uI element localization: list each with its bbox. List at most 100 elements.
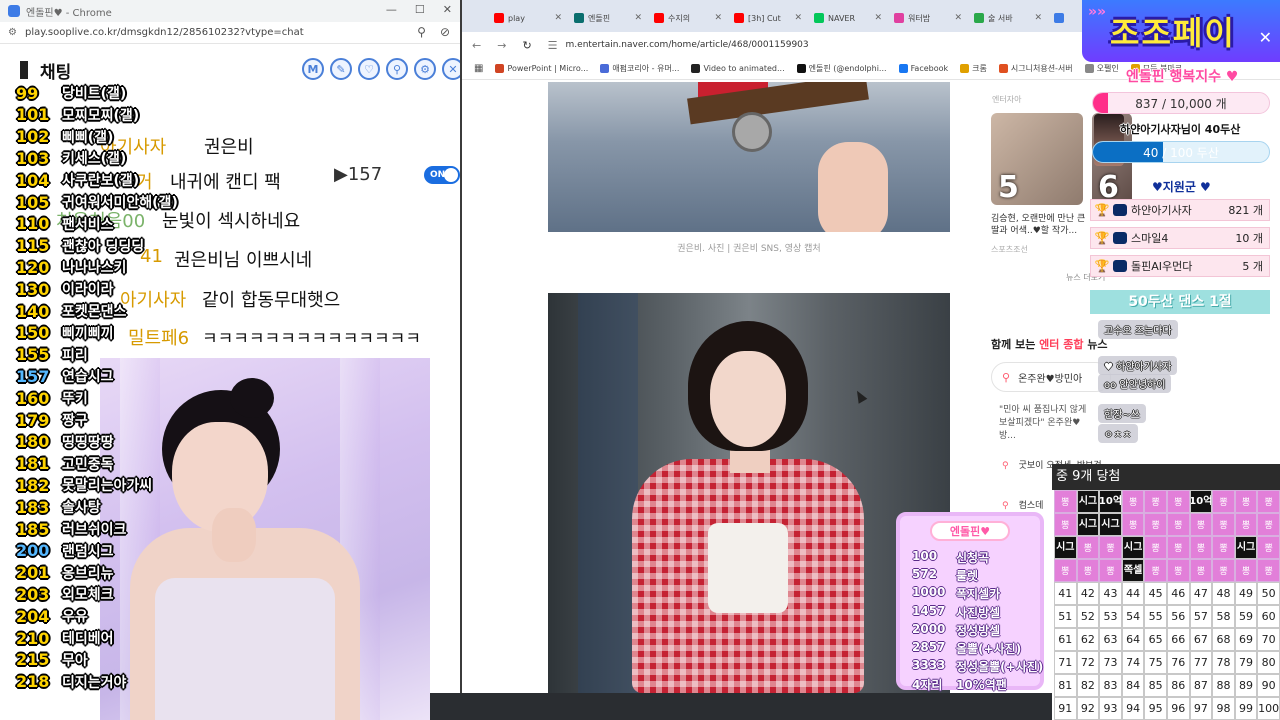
bingo-cell: 뽕 [1212,536,1235,559]
bookmark-item[interactable]: 애펌코리아 - 유머... [600,63,679,74]
site-settings-icon[interactable]: ☰ [548,39,558,52]
left-url-text[interactable]: play.sooplive.co.kr/dmsgkdn12/285610232?… [25,27,304,38]
menu-item: 올뿔(+사진) [956,642,1022,656]
chat-message: 같이 합동무대햇으 [202,290,341,311]
eye-off-icon[interactable]: ⊘ [440,25,450,39]
bingo-cell: 뽕 [1099,559,1122,582]
user-search-icon[interactable]: ⚲ [386,58,408,80]
browser-tab[interactable]: play ✕ [488,4,568,32]
rank-name: 우유 [62,609,88,626]
zoom-icon[interactable]: ⚲ [417,25,426,39]
bingo-cell: 83 [1099,674,1122,697]
bookmark-item[interactable]: 시그니처용션-서버 [998,63,1073,74]
news-headline[interactable]: 김승현, 오랜만에 만난 큰딸과 어색..♥할 작가... [991,213,1091,237]
image-buckle [732,112,772,152]
edit-icon[interactable]: ✎ [330,58,352,80]
tab-close-icon[interactable]: ✕ [954,13,962,23]
chat-nick[interactable]: 아기사자 [120,286,186,312]
related-row[interactable]: ⚲ 컴스데 [1002,498,1043,511]
bookmark-item[interactable]: Facebook [898,64,948,73]
browser-tab[interactable]: 수지의 ✕ [648,4,728,32]
bingo-cell: 79 [1234,651,1258,674]
site-info-icon[interactable]: ⚙ [8,27,17,38]
menu-row: 3333 정성올뿔(+사진) [912,658,1043,676]
minimize-icon[interactable]: — [386,3,397,16]
right-url-text[interactable]: m.entertain.naver.com/home/article/468/0… [566,40,809,50]
tab-close-icon[interactable]: ✕ [634,13,642,23]
back-icon[interactable]: ← [472,39,481,52]
bingo-cell: 87 [1189,674,1213,697]
rank-row: 204 우유 [16,605,88,627]
bookmark-favicon-icon [796,64,806,73]
tab-label: 워터밤 [908,13,931,23]
bingo-cell: 71 [1054,651,1077,674]
menu-item: 정성올뿔(+사진) [956,660,1044,675]
browser-tab[interactable]: [3h] Cut ✕ [728,4,808,32]
bingo-cell: 뽕 [1121,513,1145,536]
tab-close-icon[interactable]: ✕ [554,13,562,23]
bingo-cell: 90 [1257,674,1280,697]
bingo-cell: 73 [1099,651,1122,674]
browser-tab[interactable]: NAVER ✕ [808,4,888,32]
tab-close-icon[interactable]: ✕ [714,13,722,23]
left-url-bar[interactable]: ⚙ play.sooplive.co.kr/dmsgkdn12/28561023… [0,22,460,44]
bookmark-item[interactable]: 오펠인 [1084,63,1119,74]
menu-item: 정성방셀 [956,623,1001,638]
bingo-cell: 82 [1076,674,1100,697]
bingo-cell: 70 [1257,628,1280,651]
bingo-cell: 75 [1144,651,1167,674]
rank-name: 솔사탕 [62,500,101,517]
reload-icon[interactable]: ↻ [522,39,531,52]
maximize-icon[interactable]: ☐ [415,3,425,16]
rank-number: 110 [16,214,50,234]
bingo-cell: 뽕 [1212,559,1235,582]
related-quote[interactable]: "민아 씨 품집나지 않게 보살피겠다" 온주완♥방... [999,404,1089,443]
browser-tab[interactable]: 워터밤 ✕ [888,4,968,32]
logo-chevron-icon: »» [1088,4,1107,20]
rank-name: 괜찮아 딩딩딩 [62,238,145,255]
browser-tab[interactable]: 엔돌핀 ✕ [568,4,648,32]
bookmark-favicon-icon [691,64,701,73]
bingo-cell: 48 [1212,582,1235,605]
heart-icon[interactable]: ♡ [358,58,380,80]
tab-close-icon[interactable]: ✕ [794,13,802,23]
close-icon[interactable]: ✕ [443,3,452,16]
apps-grid-icon[interactable]: ▦ [474,63,483,74]
bingo-cell: 뽕 [1054,559,1077,582]
rank-number: 115 [16,236,50,256]
bingo-cell: 뽕 [1144,559,1167,582]
rank-number: 130 [16,279,50,299]
bingo-cell: 66 [1166,628,1190,651]
bingo-cell: 43 [1099,582,1122,605]
forward-icon[interactable]: → [497,39,506,52]
chat-nick[interactable]: 밀트페6 [128,324,189,350]
tab-label: NAVER [828,13,856,23]
bingo-cell: 80 [1257,651,1280,674]
rank-name: 팬서비스 [62,216,114,233]
bookmark-item[interactable]: Video to animated... [691,64,785,73]
trophy-icon: 🏆 [1094,259,1110,273]
bookmark-item[interactable]: 엔돌핀 (@endolphi... [796,63,887,74]
member-icon[interactable]: M [302,58,324,80]
tab-close-icon[interactable]: ✕ [1034,13,1042,23]
bookmark-item[interactable]: 크롬 [960,63,987,74]
menu-row: 572 룰렛 [912,567,978,585]
chat-message: 권은비님 이쁘시네 [174,250,313,271]
settings-icon[interactable]: ⚙ [414,58,436,80]
browser-tab[interactable]: 술 서바 ✕ [968,4,1048,32]
rank-row: 215 무아 [16,649,88,671]
chat-bubble: 한장~쓰 [1098,404,1146,423]
happiness-gauge: 837 / 10,000 개 [1092,92,1270,114]
menu-row: 2000 정성방셀 [912,622,1000,640]
rank-number: 157 [16,366,50,386]
related-search-pill[interactable]: ⚲ 온주완♥방민아 [991,362,1111,392]
chat-toggle[interactable]: ON [424,166,460,184]
bingo-cell: 뽕 [1257,490,1280,513]
tab-close-icon[interactable]: ✕ [874,13,882,23]
rank-row: 200 랜덤시그 [16,540,114,562]
supporter-amount: 10 개 [1235,232,1263,245]
rank-number: 182 [16,475,50,495]
bookmark-item[interactable]: PowerPoint | Micro... [495,64,588,73]
rank-number: 215 [16,650,50,670]
bingo-cell: 시그 [1054,536,1077,559]
